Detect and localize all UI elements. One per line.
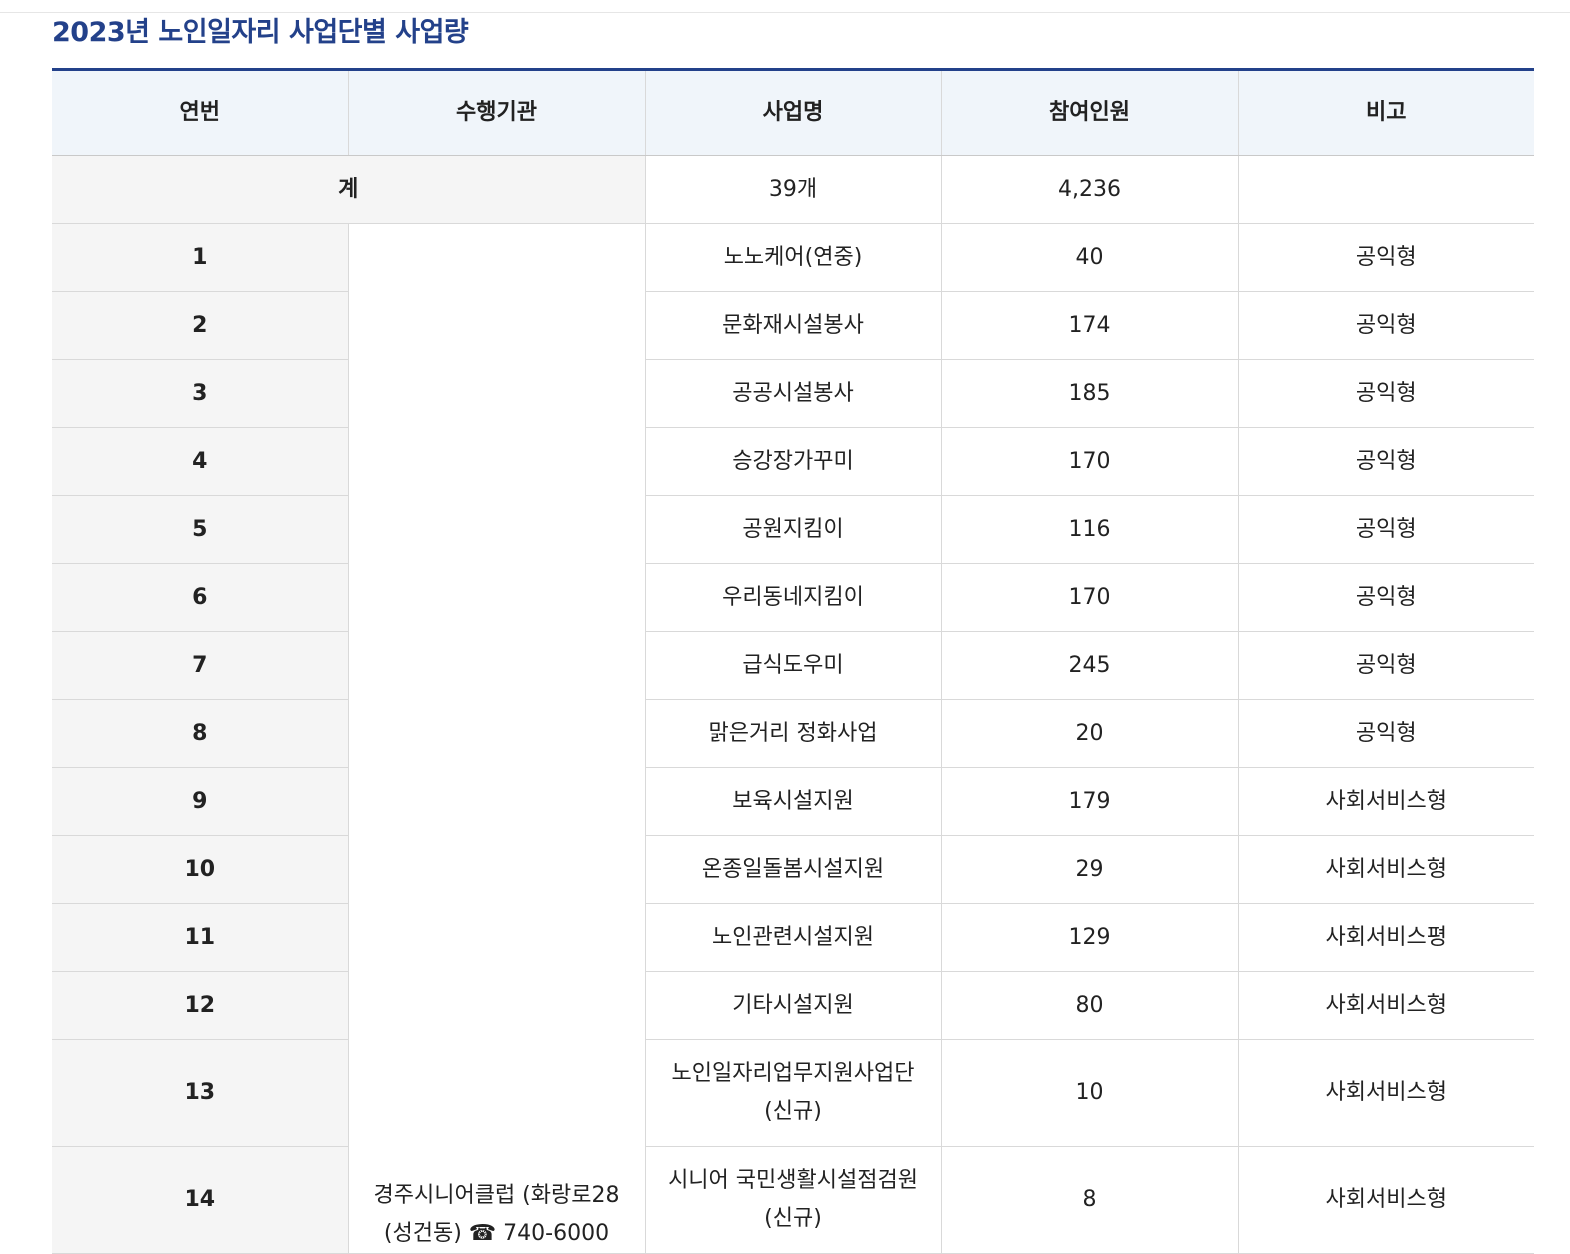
header-participants: 참여인원 — [940, 68, 1239, 156]
table-row: 12 기타시설지원 80 사회서비스형 — [52, 971, 1534, 1040]
header-number: 연번 — [52, 68, 349, 156]
total-label: 계 — [52, 155, 646, 224]
total-project-count: 39개 — [644, 155, 942, 224]
project-name: 노노케어(연중) — [644, 223, 942, 292]
project-name: 기타시설지원 — [644, 971, 942, 1040]
project-type: 사회서비스형 — [1237, 1146, 1534, 1254]
row-number: 1 — [52, 223, 349, 292]
project-type: 공익형 — [1237, 291, 1534, 360]
project-name-cell: 노인일자리업무지원사업단 (신규) — [644, 1039, 942, 1147]
project-name: 공원지킴이 — [644, 495, 942, 564]
project-type: 사회서비스형 — [1237, 971, 1534, 1040]
table-row: 10 온종일돌봄시설지원 29 사회서비스형 — [52, 835, 1534, 904]
row-number: 3 — [52, 359, 349, 428]
header-organization: 수행기관 — [347, 68, 646, 156]
project-type: 사회서비스형 — [1237, 1039, 1534, 1147]
row-number: 8 — [52, 699, 349, 768]
participant-count: 185 — [940, 359, 1239, 428]
row-number: 10 — [52, 835, 349, 904]
participant-count: 80 — [940, 971, 1239, 1040]
header-note: 비고 — [1237, 68, 1534, 156]
participant-count: 29 — [940, 835, 1239, 904]
project-name: 문화재시설봉사 — [644, 291, 942, 360]
project-name: 승강장가꾸미 — [644, 427, 942, 496]
participant-count: 40 — [940, 223, 1239, 292]
participant-count: 245 — [940, 631, 1239, 700]
organization-name: 경주시니어클럽 (화랑로28 — [373, 1183, 620, 1208]
project-name: 맑은거리 정화사업 — [644, 699, 942, 768]
row-number: 2 — [52, 291, 349, 360]
participant-count: 170 — [940, 427, 1239, 496]
project-name: 급식도우미 — [644, 631, 942, 700]
project-name: 보육시설지원 — [644, 767, 942, 836]
project-name-suffix: (신규) — [764, 1206, 822, 1231]
project-name: 시니어 국민생활시설점검원 — [668, 1168, 918, 1193]
participant-count: 179 — [940, 767, 1239, 836]
participant-count: 20 — [940, 699, 1239, 768]
table-row: 13 노인일자리업무지원사업단 (신규) 10 사회서비스형 — [52, 1039, 1534, 1147]
participant-count: 174 — [940, 291, 1239, 360]
table-row: 1 경주시니어클럽 (화랑로28 (성건동) ☎ 740-6000 노노케어(연중… — [52, 223, 1534, 1254]
table-row: 9 보육시설지원 179 사회서비스형 — [52, 767, 1534, 836]
project-name: 온종일돌봄시설지원 — [644, 835, 942, 904]
row-number: 7 — [52, 631, 349, 700]
table-row: 6 우리동네지킴이 170 공익형 — [52, 563, 1534, 632]
row-number: 6 — [52, 563, 349, 632]
table-row: 5 공원지킴이 116 공익형 — [52, 495, 1534, 564]
project-type: 공익형 — [1237, 631, 1534, 700]
project-type: 공익형 — [1237, 699, 1534, 768]
table-row: 3 공공시설봉사 185 공익형 — [52, 359, 1534, 428]
project-type: 공익형 — [1237, 359, 1534, 428]
project-name: 노인일자리업무지원사업단 — [671, 1061, 915, 1086]
project-type: 사회서비스평 — [1237, 903, 1534, 972]
total-participants: 4,236 — [940, 155, 1239, 224]
table-row: 8 맑은거리 정화사업 20 공익형 — [52, 699, 1534, 768]
row-number: 14 — [52, 1146, 349, 1254]
table-row: 14 시니어 국민생활시설점검원 (신규) 8 사회서비스형 — [52, 1146, 1534, 1254]
project-type: 공익형 — [1237, 223, 1534, 292]
total-note — [1237, 155, 1534, 224]
participant-count: 129 — [940, 903, 1239, 972]
table-row: 7 급식도우미 245 공익형 — [52, 631, 1534, 700]
participant-count: 10 — [940, 1039, 1239, 1147]
project-name: 우리동네지킴이 — [644, 563, 942, 632]
header-row: 연번 수행기관 사업명 참여인원 비고 — [52, 68, 1534, 156]
row-number: 11 — [52, 903, 349, 972]
participant-count: 8 — [940, 1146, 1239, 1254]
total-row: 계 39개 4,236 — [52, 155, 1534, 224]
organization-contact: (성건동) ☎ 740-6000 — [383, 1221, 610, 1246]
project-type: 공익형 — [1237, 427, 1534, 496]
row-number: 12 — [52, 971, 349, 1040]
job-project-table: 연번 수행기관 사업명 참여인원 비고 계 39개 4,236 1 경주시니어클… — [52, 68, 1534, 1254]
row-number: 13 — [52, 1039, 349, 1147]
project-type: 공익형 — [1237, 563, 1534, 632]
row-number: 5 — [52, 495, 349, 564]
project-name-suffix: (신규) — [764, 1099, 822, 1124]
row-number: 9 — [52, 767, 349, 836]
project-type: 사회서비스형 — [1237, 835, 1534, 904]
header-project-name: 사업명 — [644, 68, 942, 156]
project-type: 사회서비스형 — [1237, 767, 1534, 836]
project-name: 노인관련시설지원 — [644, 903, 942, 972]
page-title: 2023년 노인일자리 사업단별 사업량 — [52, 17, 469, 48]
project-name-cell: 시니어 국민생활시설점검원 (신규) — [644, 1146, 942, 1254]
row-number: 4 — [52, 427, 349, 496]
table-row: 2 문화재시설봉사 174 공익형 — [52, 291, 1534, 360]
project-name: 공공시설봉사 — [644, 359, 942, 428]
participant-count: 170 — [940, 563, 1239, 632]
participant-count: 116 — [940, 495, 1239, 564]
project-type: 공익형 — [1237, 495, 1534, 564]
table-row: 4 승강장가꾸미 170 공익형 — [52, 427, 1534, 496]
organization-cell: 경주시니어클럽 (화랑로28 (성건동) ☎ 740-6000 — [347, 223, 646, 1254]
table-row: 11 노인관련시설지원 129 사회서비스평 — [52, 903, 1534, 972]
